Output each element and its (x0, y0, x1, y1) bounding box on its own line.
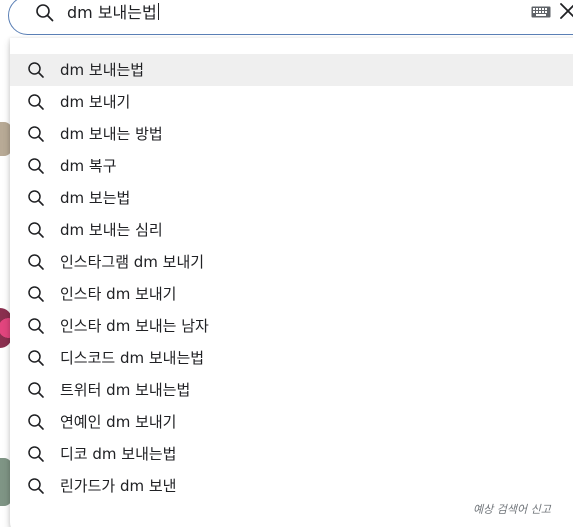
report-suggestions-link[interactable]: 예상 검색어 신고 (473, 501, 551, 517)
search-input[interactable]: dm 보내는법 (67, 1, 159, 25)
suggestion-label: 인스타 dm 보내는 남자 (60, 317, 209, 335)
suggestion-item[interactable]: 트위터 dm 보내는법 (10, 374, 573, 406)
suggestion-item[interactable]: dm 보내는 방법 (10, 118, 573, 150)
suggestion-label: dm 보내는 심리 (60, 221, 163, 239)
suggestion-label: dm 보내는 방법 (60, 125, 163, 143)
search-icon (28, 478, 44, 494)
search-icon (28, 254, 44, 270)
search-icon (28, 318, 44, 334)
suggestion-label: dm 보는법 (60, 189, 131, 207)
suggestion-item[interactable]: dm 보내는법 (10, 54, 573, 86)
search-box[interactable]: dm 보내는법 (8, 0, 573, 35)
suggestion-item[interactable]: 린가드가 dm 보낸 (10, 470, 573, 502)
search-icon[interactable] (35, 3, 55, 23)
search-icon (28, 158, 44, 174)
suggestion-item[interactable]: dm 보내기 (10, 86, 573, 118)
suggestion-label: 인스타그램 dm 보내기 (60, 253, 205, 271)
suggestion-item[interactable]: dm 보는법 (10, 182, 573, 214)
text-caret (157, 3, 159, 20)
suggestion-label: 인스타 dm 보내기 (60, 285, 177, 303)
suggestion-item[interactable]: 인스타 dm 보내기 (10, 278, 573, 310)
search-screen: dm 보내는법 dm 보내기 dm 보내는 방법 dm 복구 dm 보는법 dm 보내는 … (0, 0, 573, 527)
suggestion-label: 디코 dm 보내는법 (60, 445, 177, 463)
suggestion-item[interactable]: dm 보내는 심리 (10, 214, 573, 246)
suggestion-item[interactable]: 인스타그램 dm 보내기 (10, 246, 573, 278)
suggestion-label: dm 보내기 (60, 93, 131, 111)
search-icon (28, 446, 44, 462)
suggestion-label: 린가드가 dm 보낸 (60, 477, 177, 495)
search-query-text: dm 보내는법 (67, 3, 157, 22)
suggestion-item[interactable]: 디코 dm 보내는법 (10, 438, 573, 470)
suggestion-label: 디스코드 dm 보내는법 (60, 349, 205, 367)
suggestion-item[interactable]: dm 복구 (10, 150, 573, 182)
suggestion-item[interactable]: 디스코드 dm 보내는법 (10, 342, 573, 374)
suggestion-label: dm 복구 (60, 157, 117, 175)
search-icon (28, 382, 44, 398)
suggestions-panel: dm 보내는법 dm 보내기 dm 보내는 방법 dm 복구 dm 보는법 dm 보내는 … (10, 38, 573, 527)
suggestions-list: dm 보내는법 dm 보내기 dm 보내는 방법 dm 복구 dm 보는법 dm 보내는 … (10, 54, 573, 502)
suggestion-item[interactable]: 연예인 dm 보내기 (10, 406, 573, 438)
search-icon (28, 190, 44, 206)
search-icon (28, 222, 44, 238)
suggestion-label: dm 보내는법 (60, 61, 145, 79)
search-icon (28, 94, 44, 110)
search-icon (28, 126, 44, 142)
search-icon (28, 350, 44, 366)
suggestion-label: 트위터 dm 보내는법 (60, 381, 191, 399)
search-icon (28, 286, 44, 302)
keyboard-icon[interactable] (531, 6, 551, 18)
suggestion-label: 연예인 dm 보내기 (60, 413, 177, 431)
suggestion-item[interactable]: 인스타 dm 보내는 남자 (10, 310, 573, 342)
search-icon (28, 62, 44, 78)
search-icon (28, 414, 44, 430)
close-icon[interactable] (558, 1, 573, 21)
